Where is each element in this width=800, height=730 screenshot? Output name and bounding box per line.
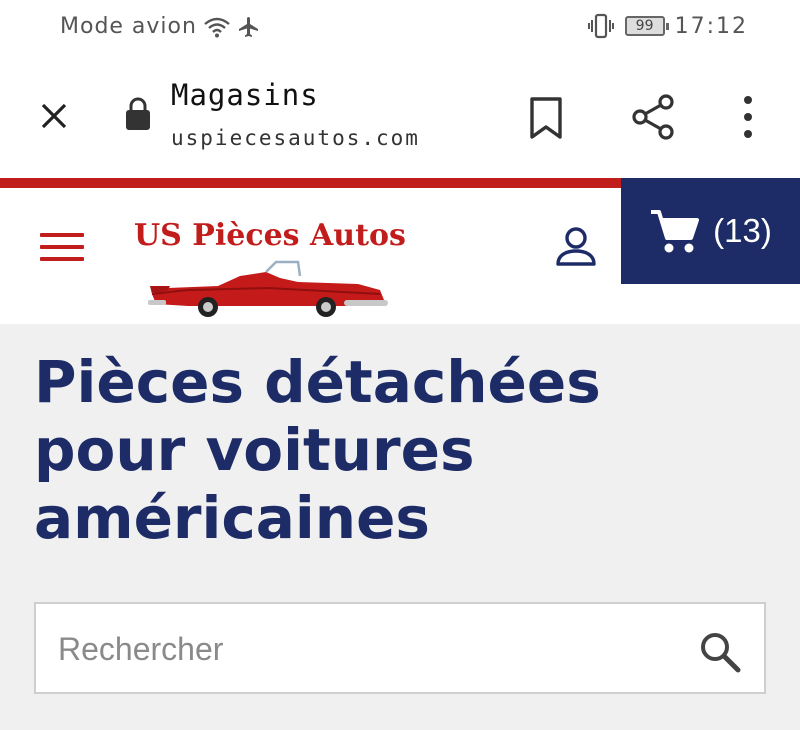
search-icon[interactable] [698, 630, 742, 674]
page-url[interactable]: uspiecesautos.com [171, 126, 420, 150]
browser-toolbar: Magasins uspiecesautos.com [0, 56, 800, 178]
hero-title-line-1: Pièces détachées [34, 348, 601, 416]
battery-icon: 99 [624, 16, 669, 36]
header-accent-stripe [0, 178, 621, 188]
search-box [34, 602, 766, 694]
menu-bar [40, 233, 84, 237]
account-icon[interactable] [554, 224, 598, 268]
status-bar: Mode avion 99 17:12 [0, 0, 800, 56]
vibrate-icon [587, 13, 614, 39]
site-logo[interactable]: US Pièces Autos [130, 218, 410, 318]
status-left: Mode avion [60, 14, 261, 39]
car-logo-image [148, 260, 388, 317]
hero-title-line-3: américaines [34, 484, 430, 552]
logo-text: US Pièces Autos [134, 218, 406, 253]
menu-bar [40, 245, 84, 249]
hero-title-line-2: pour voitures [34, 416, 475, 484]
close-icon [41, 103, 67, 129]
wifi-icon [204, 17, 230, 37]
bookmark-icon[interactable] [526, 96, 566, 140]
cart-button[interactable]: (13) [621, 178, 800, 284]
more-vert-icon[interactable] [736, 94, 760, 140]
status-right: 99 17:12 [587, 13, 748, 39]
search-input[interactable] [58, 624, 658, 674]
menu-icon[interactable] [40, 233, 84, 263]
lock-icon [126, 97, 150, 130]
close-button[interactable] [34, 96, 74, 136]
battery-level: 99 [635, 18, 654, 34]
cart-icon [651, 210, 700, 253]
mode-text: Mode avion [60, 14, 197, 39]
cart-count: (13) [713, 212, 772, 249]
clock: 17:12 [674, 13, 748, 39]
share-icon[interactable] [630, 94, 676, 140]
menu-bar [40, 257, 84, 261]
page-title: Magasins [171, 78, 319, 112]
hero-title: Pièces détachées pour voitures américain… [34, 348, 774, 552]
airplane-icon [238, 16, 258, 37]
hero-section: Pièces détachées pour voitures américain… [0, 324, 800, 730]
